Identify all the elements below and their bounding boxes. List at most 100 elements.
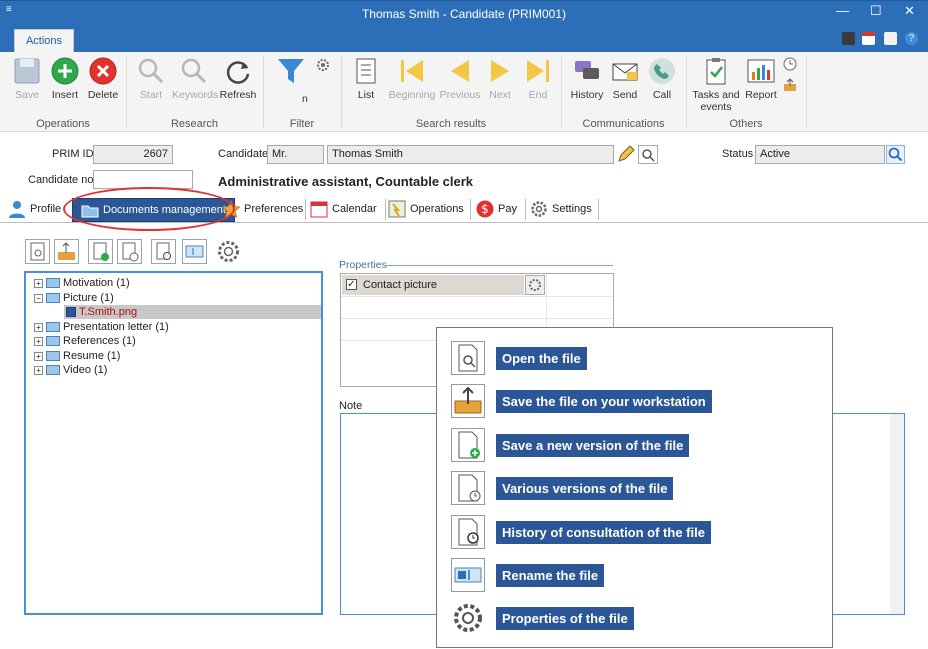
tab-divider — [525, 199, 526, 220]
open-file-button[interactable] — [25, 239, 50, 264]
keywords-icon — [179, 56, 209, 86]
call-button[interactable]: Call — [645, 56, 679, 101]
list-scroll-icon — [351, 56, 381, 86]
tab-calendar[interactable]: Calendar — [310, 198, 377, 222]
note-scrollbar[interactable] — [890, 414, 904, 614]
tree-node-video[interactable]: + Video (1) — [34, 363, 107, 377]
consultation-history-button[interactable] — [151, 239, 176, 264]
report-button[interactable]: Report — [742, 56, 780, 101]
maximize-button[interactable]: ☐ — [870, 3, 882, 19]
next-button[interactable]: Next — [483, 56, 517, 101]
tree-node-references[interactable]: + References (1) — [34, 334, 136, 348]
consultation-history-icon — [451, 515, 485, 549]
group-label-research: Research — [170, 118, 219, 130]
group-label-communications: Communications — [582, 118, 665, 130]
icon-legend-callout: Open the file Save the file on your work… — [436, 327, 833, 648]
refresh-button[interactable]: Refresh — [219, 56, 257, 101]
folder-icon — [46, 322, 60, 333]
help-icon[interactable]: ? — [905, 32, 918, 45]
tree-node-presentation-letter[interactable]: + Presentation letter (1) — [34, 320, 169, 334]
save-button[interactable]: Save — [10, 56, 44, 101]
versions-icon — [451, 471, 485, 505]
status-search-icon[interactable] — [886, 145, 905, 164]
property-row-contact-picture[interactable]: ✓ Contact picture — [342, 275, 524, 295]
document-tree[interactable]: + Motivation (1) − Picture (1) T.Smith.png… — [24, 271, 323, 615]
report-chart-icon — [746, 56, 776, 86]
tab-divider — [598, 199, 599, 220]
folder-icon — [46, 278, 60, 289]
image-file-icon — [66, 307, 76, 318]
tab-profile[interactable]: Profile — [8, 198, 61, 222]
rename-button[interactable] — [182, 239, 207, 264]
tree-node-motivation[interactable]: + Motivation (1) — [34, 276, 130, 290]
open-file-icon — [451, 341, 485, 375]
tasks-and-events-button[interactable]: Tasks and events — [690, 56, 742, 113]
folder-icon — [46, 351, 60, 362]
group-separator — [806, 56, 807, 128]
calculator-icon[interactable] — [842, 32, 855, 45]
tab-operations[interactable]: Operations — [388, 198, 464, 222]
tree-node-resume[interactable]: + Resume (1) — [34, 349, 120, 363]
tab-actions[interactable]: Actions — [14, 29, 74, 52]
tab-pay[interactable]: $ Pay — [476, 198, 517, 222]
properties-title-rule — [386, 265, 613, 266]
grid-line — [341, 296, 613, 297]
versions-button[interactable] — [117, 239, 142, 264]
lookup-icon[interactable] — [638, 145, 658, 164]
property-settings-gear-icon[interactable] — [525, 275, 545, 295]
save-icon — [12, 56, 42, 86]
grid-line — [341, 318, 613, 319]
folder-icon — [46, 336, 60, 347]
previous-button[interactable]: Previous — [439, 56, 481, 101]
save-to-workstation-button[interactable] — [54, 239, 79, 264]
export-tray-icon[interactable] — [783, 78, 797, 95]
lock-icon[interactable] — [884, 32, 897, 45]
properties-button[interactable] — [216, 239, 241, 264]
candidate-name-field[interactable]: Thomas Smith — [327, 145, 614, 164]
note-label: Note — [339, 400, 363, 412]
tab-divider — [385, 199, 386, 220]
operations-icon — [388, 200, 406, 218]
contact-picture-checkbox[interactable]: ✓ — [346, 279, 357, 290]
group-label-search-results: Search results — [415, 118, 487, 130]
insert-button[interactable]: Insert — [48, 56, 82, 101]
keywords-button[interactable]: Keywords — [172, 56, 218, 101]
status-field[interactable]: Active — [755, 145, 885, 164]
close-button[interactable]: ✕ — [904, 3, 915, 19]
tab-settings[interactable]: Settings — [530, 198, 592, 222]
prim-id-field: 2607 — [93, 145, 173, 164]
next-record-icon — [485, 56, 515, 86]
tree-node-picture[interactable]: − Picture (1) — [34, 291, 114, 305]
group-label-operations: Operations — [36, 118, 90, 130]
calendar-tab-icon — [310, 200, 328, 218]
calendar-icon[interactable] — [862, 32, 875, 45]
group-label-filter: Filter — [289, 118, 315, 130]
group-label-others: Others — [729, 118, 763, 130]
new-version-icon — [451, 428, 485, 462]
title-bar: ≡ Thomas Smith - Candidate (PRIM001) — ☐… — [0, 0, 928, 26]
properties-title: Properties — [339, 259, 387, 271]
end-button[interactable]: End — [521, 56, 555, 101]
send-button[interactable]: Send — [608, 56, 642, 101]
start-button[interactable]: Start — [134, 56, 168, 101]
last-record-icon — [523, 56, 553, 86]
list-button[interactable]: List — [349, 56, 383, 101]
job-title-text: Administrative assistant, Countable cler… — [218, 174, 474, 189]
filter-settings-gear-icon[interactable] — [316, 58, 330, 75]
dollar-icon: $ — [476, 200, 494, 218]
delete-button[interactable]: Delete — [86, 56, 120, 101]
candidate-label: Candidate — [218, 148, 269, 160]
tree-node-tsmith-png[interactable]: T.Smith.png — [64, 305, 321, 319]
history-bubbles-icon — [572, 56, 602, 86]
candidate-title-field[interactable]: Mr. — [267, 145, 324, 164]
edit-pencil-icon[interactable] — [616, 145, 635, 164]
window-title: Thomas Smith - Candidate (PRIM001) — [361, 7, 567, 21]
beginning-button[interactable]: Beginning — [387, 56, 437, 101]
settings-gear-icon — [530, 200, 548, 218]
scheduler-clock-icon[interactable] — [783, 57, 797, 74]
delete-icon — [88, 56, 118, 86]
minimize-button[interactable]: — — [836, 3, 849, 18]
folder-icon — [46, 293, 60, 304]
history-button[interactable]: History — [568, 56, 606, 101]
new-version-button[interactable] — [88, 239, 113, 264]
